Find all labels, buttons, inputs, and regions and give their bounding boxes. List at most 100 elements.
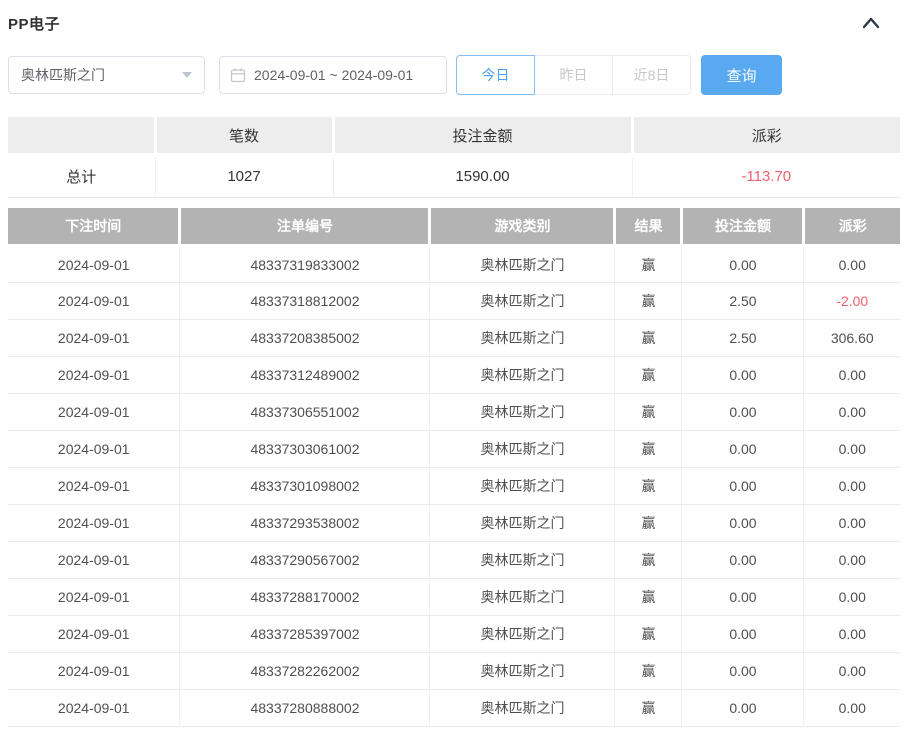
date-range-input[interactable]: 2024-09-01 ~ 2024-09-01: [219, 56, 447, 94]
game-select[interactable]: 奥林匹斯之门: [8, 56, 205, 94]
table-cell: 306.60: [803, 319, 900, 357]
detail-header-row: 下注时间 注单编号 游戏类别 结果 投注金额 派彩: [8, 207, 900, 247]
table-cell: 0.00: [681, 504, 805, 542]
table-cell: 0.00: [803, 615, 900, 653]
table-cell: 48337282262002: [179, 652, 431, 690]
table-cell: 0.00: [681, 652, 805, 690]
table-row: 2024-09-01 48337290567002 奥林匹斯之门赢 0.00 0.00: [8, 541, 900, 579]
table-row: 2024-09-01 48337303061002 奥林匹斯之门赢 0.00 0.00: [8, 430, 900, 468]
table-cell: 2024-09-01: [8, 652, 181, 690]
column-header: 投注金额: [681, 207, 806, 247]
table-cell: 48337293538002: [179, 504, 431, 542]
last-8-days-button[interactable]: 近8日: [612, 55, 691, 95]
table-cell: 奥林匹斯之门: [429, 504, 616, 542]
table-cell: 2024-09-01: [8, 541, 181, 579]
yesterday-button[interactable]: 昨日: [534, 55, 613, 95]
table-cell: 48337312489002: [179, 356, 431, 394]
table-row: 2024-09-01 48337319833002 奥林匹斯之门赢 0.00 0.00: [8, 245, 900, 283]
table-cell: 0.00: [681, 541, 805, 579]
table-cell: 0.00: [681, 578, 805, 616]
table-cell: 奥林匹斯之门: [429, 356, 616, 394]
table-cell: 48337303061002: [179, 430, 431, 468]
table-cell: 0.00: [803, 504, 900, 542]
table-row: 2024-09-01 48337282262002 奥林匹斯之门赢 0.00 0.00: [8, 652, 900, 690]
table-cell: 2024-09-01: [8, 245, 181, 283]
table-row: 2024-09-01 48337318812002 奥林匹斯之门赢 2.50 -2.00: [8, 282, 900, 320]
table-cell: 48337280888002: [179, 689, 431, 727]
table-cell: 赢: [614, 430, 683, 468]
table-cell: 0.00: [803, 652, 900, 690]
table-cell: 0.00: [803, 467, 900, 505]
summary-total-row: 总计 1027 1590.00 -113.70: [8, 155, 900, 198]
summary-table: 笔数 投注金额 派彩 总计 1027 1590.00 -113.70: [8, 117, 900, 198]
summary-header-count: 笔数: [155, 117, 335, 157]
table-cell: 0.00: [681, 615, 805, 653]
summary-header-bet-amount: 投注金额: [333, 117, 634, 157]
table-cell: 赢: [614, 245, 683, 283]
quick-date-group: 今日 昨日 近8日: [456, 55, 691, 95]
table-row: 2024-09-01 48337280888002 奥林匹斯之门赢 0.00 0.00: [8, 689, 900, 727]
summary-header-row: 笔数 投注金额 派彩: [8, 117, 900, 157]
table-cell: 奥林匹斯之门: [429, 282, 616, 320]
table-cell: 赢: [614, 282, 683, 320]
table-cell: 0.00: [803, 245, 900, 283]
table-cell: 2.50: [681, 282, 805, 320]
table-cell: 2024-09-01: [8, 578, 181, 616]
table-cell: 赢: [614, 689, 683, 727]
column-header: 下注时间: [8, 207, 182, 247]
table-cell: 48337319833002: [179, 245, 431, 283]
table-cell: 奥林匹斯之门: [429, 245, 616, 283]
summary-total-label: 总计: [8, 155, 156, 198]
table-cell: 2024-09-01: [8, 467, 181, 505]
table-cell: 48337288170002: [179, 578, 431, 616]
table-cell: 奥林匹斯之门: [429, 689, 616, 727]
table-cell: 0.00: [803, 578, 900, 616]
table-cell: 0.00: [803, 689, 900, 727]
table-row: 2024-09-01 48337285397002 奥林匹斯之门赢 0.00 0.00: [8, 615, 900, 653]
chevron-down-icon: [182, 72, 192, 78]
collapse-panel-button[interactable]: [857, 12, 885, 34]
chevron-up-icon: [862, 17, 880, 29]
table-cell: 0.00: [681, 467, 805, 505]
game-select-value: 奥林匹斯之门: [21, 67, 105, 83]
table-cell: 0.00: [803, 393, 900, 431]
calendar-icon: [230, 68, 246, 83]
bet-records-table: 下注时间 注单编号 游戏类别 结果 投注金额 派彩 2024-09-01 483373198…: [8, 207, 900, 727]
table-cell: 0.00: [803, 430, 900, 468]
table-cell: -2.00: [803, 282, 900, 320]
summary-payout-value: -113.70: [632, 155, 900, 198]
summary-count-value: 1027: [155, 155, 334, 198]
pp-games-panel: PP电子 奥林匹斯之门 2024-09-01 ~ 2024-09-01 今日 昨…: [0, 0, 909, 727]
table-cell: 0.00: [803, 356, 900, 394]
table-cell: 奥林匹斯之门: [429, 578, 616, 616]
table-cell: 赢: [614, 319, 683, 357]
table-cell: 赢: [614, 467, 683, 505]
today-button[interactable]: 今日: [456, 55, 535, 95]
table-cell: 奥林匹斯之门: [429, 467, 616, 505]
table-cell: 48337301098002: [179, 467, 431, 505]
column-header: 注单编号: [179, 207, 432, 247]
table-cell: 赢: [614, 615, 683, 653]
table-cell: 奥林匹斯之门: [429, 393, 616, 431]
column-header: 结果: [614, 207, 684, 247]
table-cell: 48337285397002: [179, 615, 431, 653]
date-range-value: 2024-09-01 ~ 2024-09-01: [254, 67, 414, 83]
table-cell: 赢: [614, 393, 683, 431]
table-cell: 0.00: [681, 393, 805, 431]
table-cell: 48337290567002: [179, 541, 431, 579]
search-button[interactable]: 查询: [701, 55, 782, 95]
table-cell: 0.00: [803, 541, 900, 579]
page-title: PP电子: [8, 15, 61, 33]
table-row: 2024-09-01 48337312489002 奥林匹斯之门赢 0.00 0.00: [8, 356, 900, 394]
table-cell: 赢: [614, 356, 683, 394]
table-row: 2024-09-01 48337288170002 奥林匹斯之门赢 0.00 0.00: [8, 578, 900, 616]
column-header: 游戏类别: [429, 207, 617, 247]
summary-bet-amount-value: 1590.00: [333, 155, 633, 198]
table-cell: 2024-09-01: [8, 282, 181, 320]
table-cell: 0.00: [681, 430, 805, 468]
table-cell: 2024-09-01: [8, 615, 181, 653]
table-cell: 奥林匹斯之门: [429, 652, 616, 690]
table-cell: 赢: [614, 504, 683, 542]
column-header: 派彩: [803, 207, 900, 247]
table-cell: 2024-09-01: [8, 319, 181, 357]
